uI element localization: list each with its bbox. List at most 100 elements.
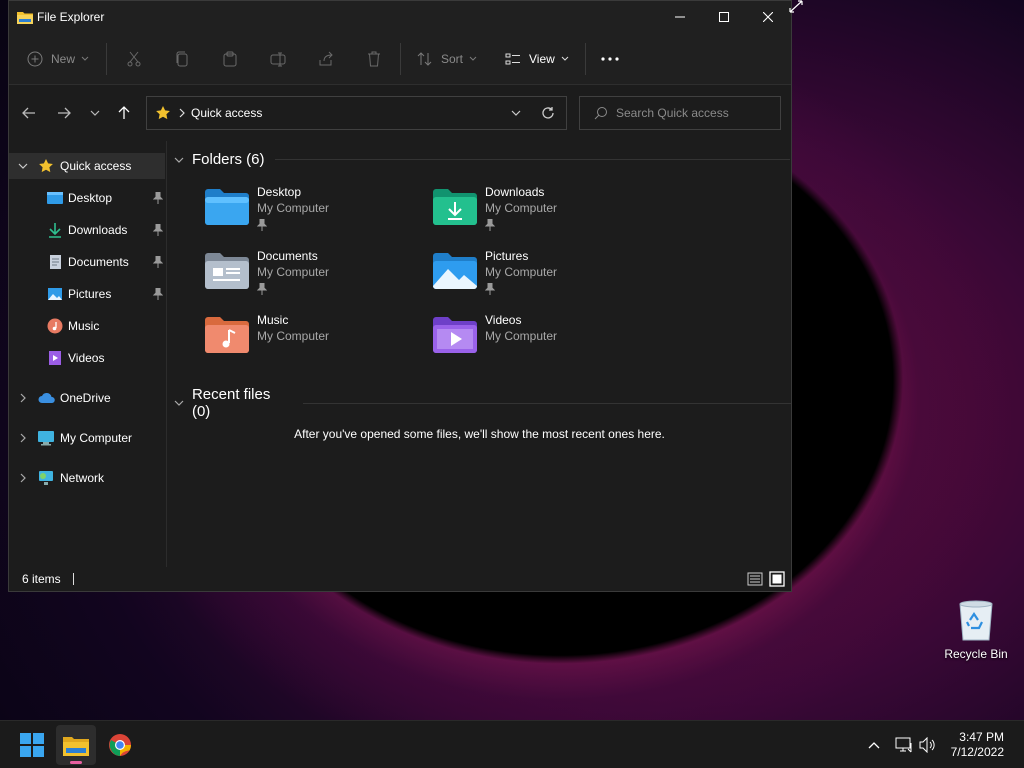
- cloud-icon: [38, 392, 55, 403]
- desktop-folder-icon: [205, 189, 249, 225]
- sidebar-item-label: Videos: [68, 351, 105, 365]
- sidebar-item-onedrive[interactable]: OneDrive: [9, 385, 165, 411]
- status-bar: 6 items: [9, 567, 791, 591]
- document-icon: [50, 255, 61, 269]
- folder-tile-videos[interactable]: Videos My Computer: [433, 311, 643, 367]
- more-icon: [601, 57, 619, 61]
- forward-button[interactable]: [52, 101, 76, 125]
- folder-tile-music[interactable]: Music My Computer: [205, 311, 415, 367]
- folders-section-header[interactable]: Folders (6): [174, 151, 790, 168]
- large-icons-view-button[interactable]: [769, 571, 785, 587]
- folder-name: Music: [257, 313, 289, 327]
- refresh-button[interactable]: [539, 104, 557, 122]
- rename-button[interactable]: [270, 45, 286, 73]
- chevron-right-icon: [20, 393, 26, 403]
- pictures-icon: [48, 288, 62, 300]
- view-label: View: [529, 52, 555, 66]
- volume-tray-button[interactable]: [919, 735, 937, 755]
- arrow-up-icon: [118, 106, 130, 119]
- arrow-left-icon: [22, 107, 35, 119]
- clock-time: 3:47 PM: [959, 730, 1004, 744]
- search-box[interactable]: Search Quick access: [579, 96, 781, 130]
- star-icon: [156, 106, 170, 120]
- pin-icon: [485, 283, 495, 295]
- videos-folder-icon: [433, 317, 477, 353]
- folder-location: My Computer: [485, 265, 558, 279]
- close-button[interactable]: [745, 1, 791, 33]
- search-placeholder: Search Quick access: [616, 106, 729, 120]
- recycle-bin-desktop-icon[interactable]: Recycle Bin: [938, 596, 1014, 666]
- sort-button[interactable]: Sort: [417, 45, 477, 73]
- search-icon: [594, 107, 607, 120]
- computer-icon: [38, 431, 54, 446]
- sidebar-item-downloads[interactable]: Downloads: [9, 217, 165, 243]
- file-explorer-window: File Explorer New Sort View Quick access…: [8, 0, 792, 592]
- address-bar[interactable]: Quick access: [146, 96, 567, 130]
- recent-locations-button[interactable]: [83, 101, 107, 125]
- details-view-button[interactable]: [747, 571, 763, 587]
- up-button[interactable]: [112, 101, 136, 125]
- sidebar-item-my-computer[interactable]: My Computer: [9, 425, 165, 451]
- address-dropdown-button[interactable]: [507, 104, 525, 122]
- sidebar-item-music[interactable]: Music: [9, 313, 165, 339]
- windows-logo-icon: [20, 733, 44, 757]
- network-tray-button[interactable]: [895, 735, 913, 755]
- sidebar-item-desktop[interactable]: Desktop: [9, 185, 165, 211]
- sidebar-item-label: Network: [60, 471, 105, 485]
- arrow-right-icon: [58, 107, 71, 119]
- sidebar-item-videos[interactable]: Videos: [9, 345, 165, 371]
- delete-button[interactable]: [366, 45, 382, 73]
- sidebar-item-network[interactable]: Network: [9, 465, 165, 491]
- details-view-icon: [747, 572, 763, 586]
- view-button[interactable]: View: [505, 45, 569, 73]
- item-count: 6 items: [22, 572, 61, 586]
- folder-tile-documents[interactable]: Documents My Computer: [205, 247, 415, 303]
- recycle-bin-icon: [959, 600, 993, 641]
- folder-tile-desktop[interactable]: Desktop My Computer: [205, 183, 415, 239]
- sidebar-item-documents[interactable]: Documents: [9, 249, 165, 275]
- back-button[interactable]: [17, 101, 41, 125]
- new-button[interactable]: New: [27, 45, 89, 73]
- folder-tile-pictures[interactable]: Pictures My Computer: [433, 247, 643, 303]
- share-icon: [319, 51, 333, 66]
- sidebar-item-label: Music: [68, 319, 100, 333]
- new-label: New: [51, 52, 76, 66]
- downloads-folder-icon: [433, 189, 477, 225]
- trash-icon: [368, 51, 380, 67]
- file-explorer-icon: [63, 737, 89, 756]
- folder-name: Downloads: [485, 185, 545, 199]
- chevron-right-icon: [20, 473, 26, 483]
- more-options-button[interactable]: [601, 45, 619, 73]
- chevron-down-icon: [174, 400, 184, 406]
- music-folder-icon: [205, 317, 249, 353]
- toolbar-divider: [585, 43, 586, 75]
- folder-tile-downloads[interactable]: Downloads My Computer: [433, 183, 643, 239]
- pin-icon: [153, 288, 163, 300]
- sidebar-item-quick-access[interactable]: Quick access: [9, 153, 165, 179]
- navigation-pane: Quick access Desktop Downloads Documents…: [9, 141, 167, 567]
- taskbar-chrome[interactable]: [100, 725, 140, 765]
- taskbar-file-explorer[interactable]: [56, 725, 96, 765]
- taskbar-clock[interactable]: 3:47 PM 7/12/2022: [951, 730, 1004, 760]
- start-button[interactable]: [12, 725, 52, 765]
- paste-button[interactable]: [222, 45, 238, 73]
- pin-icon: [153, 224, 163, 236]
- share-button[interactable]: [318, 45, 334, 73]
- cut-button[interactable]: [126, 45, 142, 73]
- documents-folder-icon: [205, 253, 249, 289]
- sidebar-item-pictures[interactable]: Pictures: [9, 281, 165, 307]
- maximize-button[interactable]: [701, 1, 747, 33]
- minimize-button[interactable]: [657, 1, 703, 33]
- breadcrumb-quick-access[interactable]: Quick access: [191, 106, 262, 120]
- chevron-up-icon: [868, 742, 880, 749]
- recent-files-section-header[interactable]: Recent files (0): [174, 386, 791, 420]
- maximize-icon: [719, 12, 729, 22]
- toolbar-divider: [106, 43, 107, 75]
- folder-location: My Computer: [257, 265, 330, 279]
- pin-icon: [153, 192, 163, 204]
- videos-icon: [49, 351, 61, 365]
- sidebar-item-label: Desktop: [68, 191, 113, 205]
- clock-date: 7/12/2022: [950, 745, 1004, 759]
- show-hidden-icons-button[interactable]: [868, 735, 880, 755]
- copy-button[interactable]: [174, 45, 190, 73]
